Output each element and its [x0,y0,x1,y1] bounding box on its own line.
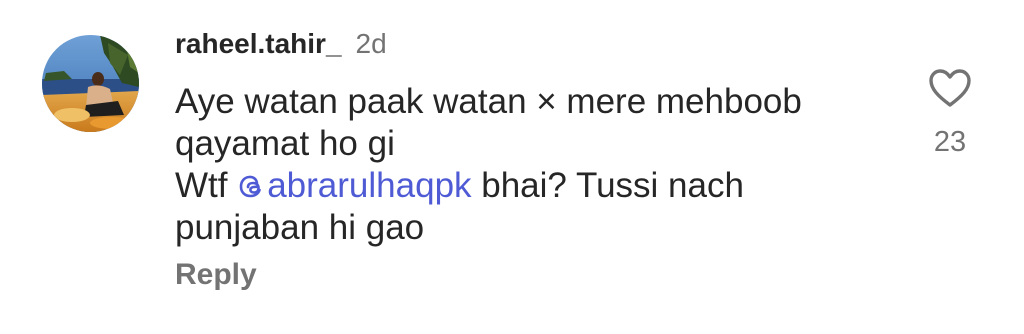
threads-icon [239,175,262,198]
like-section: 23 [925,68,975,159]
like-count: 23 [933,126,967,158]
comment-text-segment: Wtf [175,166,238,205]
mention-link[interactable]: abrarulhaqpk [237,166,472,205]
avatar-photo [42,35,139,132]
comment-line: Wtf abrarulhaqpk bhai? Tussi nach [175,165,895,207]
comment-text-segment: bhai? Tussi nach [471,166,744,205]
comment: raheel.tahir_ 2d Aye watan paak watan × … [0,0,1024,334]
reply-button[interactable]: Reply [175,258,257,292]
timestamp: 2d [355,28,387,59]
mention-handle: abrarulhaqpk [267,166,472,205]
comment-text: Aye watan paak watan × mere mehboob qaya… [175,81,895,249]
heart-outline-icon[interactable] [928,68,972,108]
comment-line: punjaban hi gao [175,208,425,247]
username[interactable]: raheel.tahir_ [175,28,342,60]
comment-line: qayamat ho gi [175,124,395,163]
comment-line: Aye watan paak watan × mere mehboob [175,82,802,121]
avatar[interactable] [42,35,139,132]
comment-header: raheel.tahir_ 2d [175,28,387,68]
